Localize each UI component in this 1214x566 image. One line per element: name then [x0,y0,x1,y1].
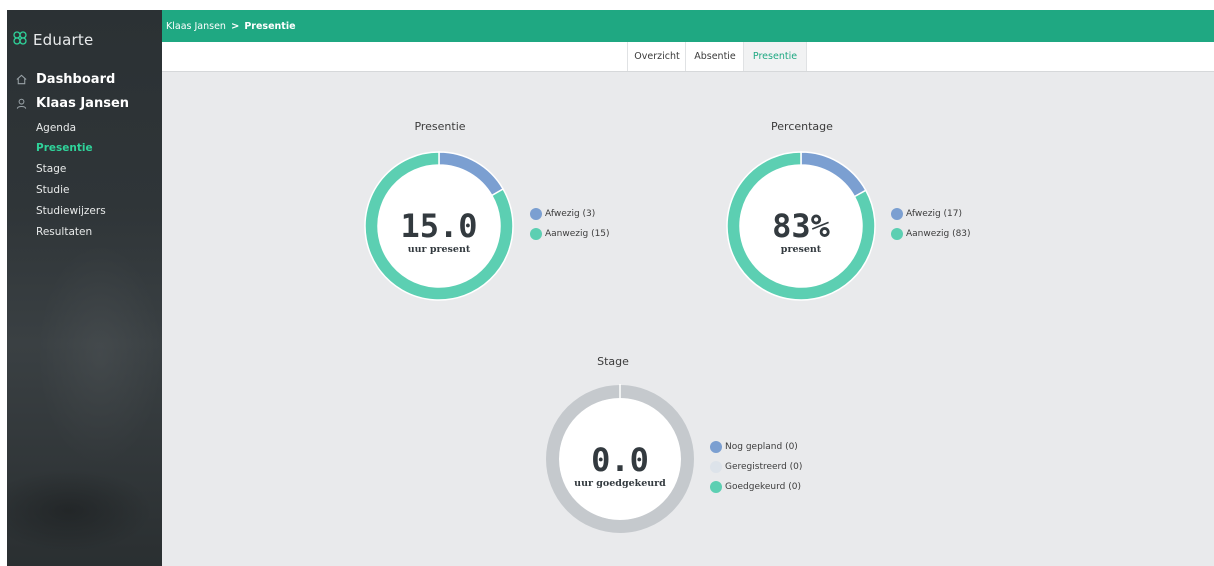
tab-bar: Overzicht Absentie Presentie [162,42,1214,72]
legend-item-aanwezig[interactable]: Aanwezig (83) [891,224,971,244]
legend-item-afwezig[interactable]: Afwezig (3) [530,204,610,224]
breadcrumb-current: Presentie [244,21,296,32]
sidebar-item-resultaten[interactable]: Resultaten [36,226,92,238]
donut-caption-percentage: present [780,244,822,255]
eduarte-logo-icon [12,30,28,50]
app-window: Eduarte Dashboard Klaas Jansen Agenda Pr… [7,10,1214,566]
sidebar-item-dashboard[interactable]: Dashboard [15,72,115,87]
sidebar-item-label: Klaas Jansen [36,96,130,111]
donut-value-stage: 0.0 [591,441,649,479]
legend-dot-icon [530,228,542,240]
legend-label: Geregistreerd (0) [725,462,803,472]
legend-item-aanwezig[interactable]: Aanwezig (15) [530,224,610,244]
legend-label: Aanwezig (15) [545,229,610,239]
donut-center-stage: 0.0 uur goedgekeurd [540,442,700,489]
chart-title-percentage: Percentage [771,120,833,133]
home-icon [15,73,28,86]
breadcrumb-separator-icon: > [230,21,240,32]
legend-label: Aanwezig (83) [906,229,971,239]
legend-stage: Nog gepland (0) Geregistreerd (0) Goedge… [710,437,802,497]
tab-presentie[interactable]: Presentie [743,42,807,71]
donut-center-presentie: 15.0 uur present [359,208,519,255]
legend-dot-icon [530,208,542,220]
user-icon [15,97,28,110]
sidebar-item-label: Dashboard [36,72,116,87]
legend-presentie: Afwezig (3) Aanwezig (15) [530,204,610,244]
legend-item-afwezig[interactable]: Afwezig (17) [891,204,971,224]
donut-value-presentie: 15.0 [400,207,478,245]
sidebar-item-presentie[interactable]: Presentie [36,142,93,154]
donut-value-percentage: 83% [772,207,830,245]
legend-label: Afwezig (3) [545,209,596,219]
sidebar-item-studiewijzers[interactable]: Studiewijzers [36,205,106,217]
chart-title-presentie: Presentie [414,120,466,133]
tab-absentie[interactable]: Absentie [685,42,744,71]
donut-center-percentage: 83% present [721,208,881,255]
sidebar: Eduarte Dashboard Klaas Jansen Agenda Pr… [7,10,162,566]
sidebar-item-studie[interactable]: Studie [36,184,69,196]
legend-dot-icon [710,441,722,453]
top-bar: Klaas Jansen > Presentie [162,10,1214,42]
legend-item-goedgekeurd[interactable]: Goedgekeurd (0) [710,477,802,497]
legend-dot-icon [891,228,903,240]
legend-label: Afwezig (17) [906,209,963,219]
legend-dot-icon [710,461,722,473]
legend-dot-icon [710,481,722,493]
donut-caption-stage: uur goedgekeurd [574,478,666,489]
legend-label: Nog gepland (0) [725,442,798,452]
sidebar-item-agenda[interactable]: Agenda [36,122,76,134]
legend-label: Goedgekeurd (0) [725,482,801,492]
donut-caption-presentie: uur present [407,244,471,255]
sidebar-item-student[interactable]: Klaas Jansen [15,96,129,111]
brand[interactable]: Eduarte [12,30,93,50]
legend-item-nog-gepland[interactable]: Nog gepland (0) [710,437,802,457]
breadcrumb-student-link[interactable]: Klaas Jansen [166,21,226,32]
tab-overzicht[interactable]: Overzicht [627,42,686,71]
legend-item-geregistreerd[interactable]: Geregistreerd (0) [710,457,802,477]
breadcrumb: Klaas Jansen > Presentie [166,21,296,32]
legend-percentage: Afwezig (17) Aanwezig (83) [891,204,971,244]
sidebar-item-stage[interactable]: Stage [36,163,66,175]
legend-dot-icon [891,208,903,220]
brand-name: Eduarte [33,31,94,49]
chart-title-stage: Stage [597,355,629,368]
